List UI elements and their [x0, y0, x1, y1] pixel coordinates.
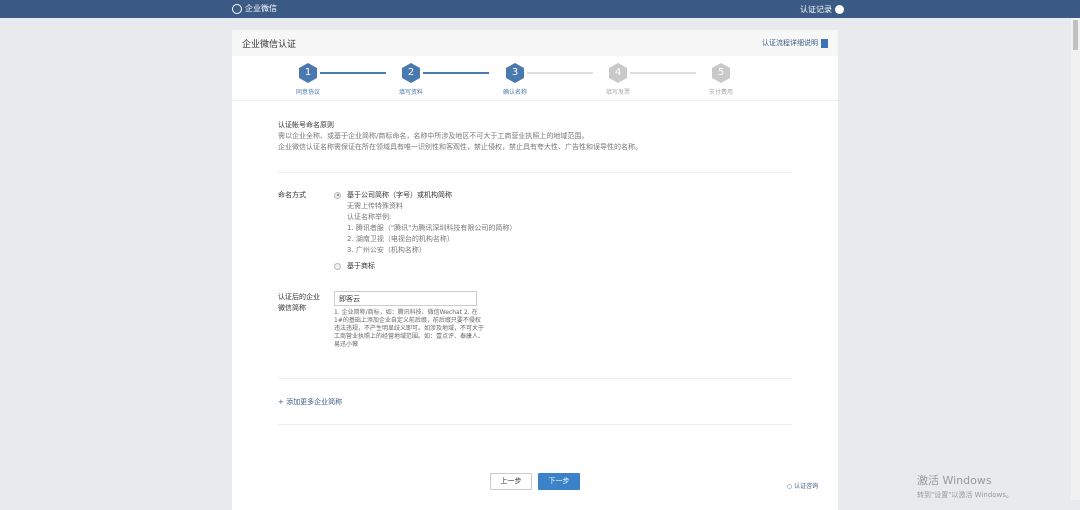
stepper: 1 同意协议 2 填写资料 3 确认名称 4 填写发票 5 支付费用 — [232, 63, 838, 103]
radio-checked[interactable] — [334, 191, 341, 199]
option-desc: 无需上传特殊资料 认证名称举例: 1. 腾讯者服（"腾讯"为腾讯深圳科技有限公司… — [334, 201, 516, 256]
desc-line: 无需上传特殊资料 — [347, 202, 403, 210]
step-number: 5 — [712, 63, 730, 83]
step-number: 1 — [299, 63, 317, 83]
consult-link[interactable]: ○ 认证咨询 — [787, 481, 818, 490]
example: 1. 腾讯者服（"腾讯"为腾讯深圳科技有限公司的简称） — [347, 224, 517, 232]
divider — [278, 378, 792, 379]
records-label: 认证记录 — [800, 5, 832, 14]
scrollbar-thumb[interactable] — [1073, 20, 1078, 50]
step-label: 确认名称 — [502, 89, 527, 96]
document-icon — [821, 38, 828, 48]
rules-line: 企业微信认证名称需保证在所在领域具有唯一识别性和客观性，禁止侵权，禁止具有夸大性… — [278, 143, 642, 151]
verification-card: 企业微信认证 认证流程详细说明 1 同意协议 2 填写资料 3 确认名称 4 填写发票 5 支付费… — [232, 30, 838, 510]
watermark-title: 激活 Windows — [917, 474, 992, 487]
step-connector — [527, 72, 593, 74]
radio-option-trademark[interactable]: 基于商标 — [334, 261, 516, 272]
short-name-label: 认证后的企业 微信简称 — [278, 292, 320, 314]
step-number: 2 — [402, 63, 420, 83]
example: 3. 广州公安（机构名称） — [347, 246, 426, 254]
example: 2. 湖南卫视（电视台的机构名称） — [347, 235, 454, 243]
radio-unchecked[interactable] — [334, 262, 341, 270]
naming-method-label: 命名方式 — [278, 191, 306, 199]
step-number: 4 — [609, 63, 627, 83]
step-label: 填写资料 — [398, 89, 423, 96]
option-label: 基于公司简称（字号）或机构简称 — [347, 191, 452, 199]
step-label: 支付费用 — [708, 89, 733, 96]
prev-step-button[interactable]: 上一步 — [490, 473, 532, 490]
top-bar: 企业微信 认证记录 — [0, 0, 1080, 18]
step-4: 4 填写发票 — [588, 63, 648, 96]
label-line: 微信简称 — [278, 304, 306, 312]
desc-line: 认证名称举例: — [347, 213, 392, 221]
naming-options: 基于公司简称（字号）或机构简称 无需上传特殊资料 认证名称举例: 1. 腾讯者服… — [334, 190, 516, 272]
step-5: 5 支付费用 — [691, 63, 751, 96]
page-title: 企业微信认证 — [242, 40, 297, 50]
naming-rules: 认证帐号命名原则 需以企业全称、或基于企业简称/商标命名，名称中所涉及地区不可大… — [278, 120, 642, 153]
step-connector — [630, 72, 696, 74]
rules-line: 需以企业全称、或基于企业简称/商标命名，名称中所涉及地区不可大于工商营业执照上的… — [278, 132, 589, 140]
step-2: 2 填写资料 — [381, 63, 441, 96]
divider — [278, 424, 792, 425]
label-line: 认证后的企业 — [278, 293, 320, 301]
option-label: 基于商标 — [347, 262, 375, 270]
add-more-names-link[interactable]: + 添加更多企业简称 — [278, 397, 342, 407]
short-name-hint: 1. 企业简称/商标，如：腾讯科技、微信Wechat 2. 在1#的基础上添加企… — [334, 309, 485, 348]
step-3: 3 确认名称 — [485, 63, 545, 96]
divider — [278, 172, 792, 173]
radio-option-abbrev[interactable]: 基于公司简称（字号）或机构简称 — [334, 190, 516, 201]
flow-details-link[interactable]: 认证流程详细说明 — [762, 38, 828, 48]
step-label: 同意协议 — [295, 89, 320, 96]
step-number: 3 — [506, 63, 524, 83]
step-connector — [423, 72, 489, 74]
short-name-input[interactable]: 即客云 — [334, 291, 477, 306]
logo[interactable]: 企业微信 — [232, 3, 277, 14]
card-header: 企业微信认证 认证流程详细说明 — [232, 30, 838, 56]
consult-label: 认证咨询 — [794, 483, 819, 490]
step-1: 1 同意协议 — [278, 63, 338, 96]
clock-icon — [835, 5, 844, 14]
flow-link-label: 认证流程详细说明 — [762, 39, 818, 47]
scrollbar[interactable] — [1071, 18, 1080, 500]
wework-logo-icon — [232, 3, 242, 14]
next-step-button[interactable]: 下一步 — [538, 473, 580, 490]
rules-title: 认证帐号命名原则 — [278, 121, 334, 129]
logo-text: 企业微信 — [245, 4, 277, 13]
records-link[interactable]: 认证记录 — [800, 4, 844, 15]
step-label: 填写发票 — [605, 89, 630, 96]
windows-activation-watermark: 激活 Windows 转到"设置"以激活 Windows。 — [917, 474, 1013, 502]
step-connector — [320, 72, 386, 74]
divider — [232, 100, 838, 101]
